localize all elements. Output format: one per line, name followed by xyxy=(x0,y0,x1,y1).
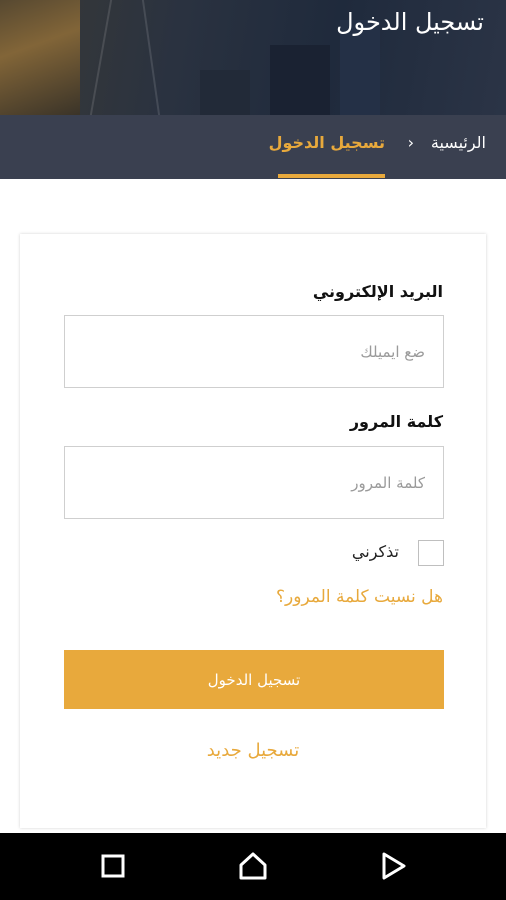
breadcrumb-home-link[interactable]: الرئيسية xyxy=(431,133,486,152)
remember-me-checkbox[interactable] xyxy=(418,540,444,566)
page-title: تسجيل الدخول xyxy=(336,8,484,36)
banner-decoration xyxy=(89,0,113,115)
banner-building xyxy=(270,45,330,115)
banner-image xyxy=(0,0,80,115)
breadcrumb-separator: › xyxy=(407,133,414,152)
breadcrumb: الرئيسية › تسجيل الدخول xyxy=(0,115,506,179)
header-banner: تسجيل الدخول xyxy=(0,0,506,115)
login-button[interactable]: تسجيل الدخول xyxy=(64,650,444,709)
register-link[interactable]: تسجيل جديد xyxy=(0,740,506,761)
back-icon[interactable] xyxy=(378,851,408,881)
email-label: البريد الإلكتروني xyxy=(312,282,443,301)
recent-apps-icon[interactable] xyxy=(98,851,128,881)
breadcrumb-current: تسجيل الدخول xyxy=(268,133,385,152)
banner-building xyxy=(200,70,250,115)
home-icon[interactable] xyxy=(238,851,268,881)
breadcrumb-active-indicator xyxy=(278,174,385,178)
email-field[interactable] xyxy=(64,315,444,388)
password-label: كلمة المرور xyxy=(349,412,443,431)
system-navigation-bar xyxy=(0,833,506,900)
remember-me-label: تذكرني xyxy=(351,542,399,561)
forgot-password-link[interactable]: هل نسيت كلمة المرور؟ xyxy=(276,587,443,607)
banner-decoration xyxy=(141,0,161,115)
password-field[interactable] xyxy=(64,446,444,519)
